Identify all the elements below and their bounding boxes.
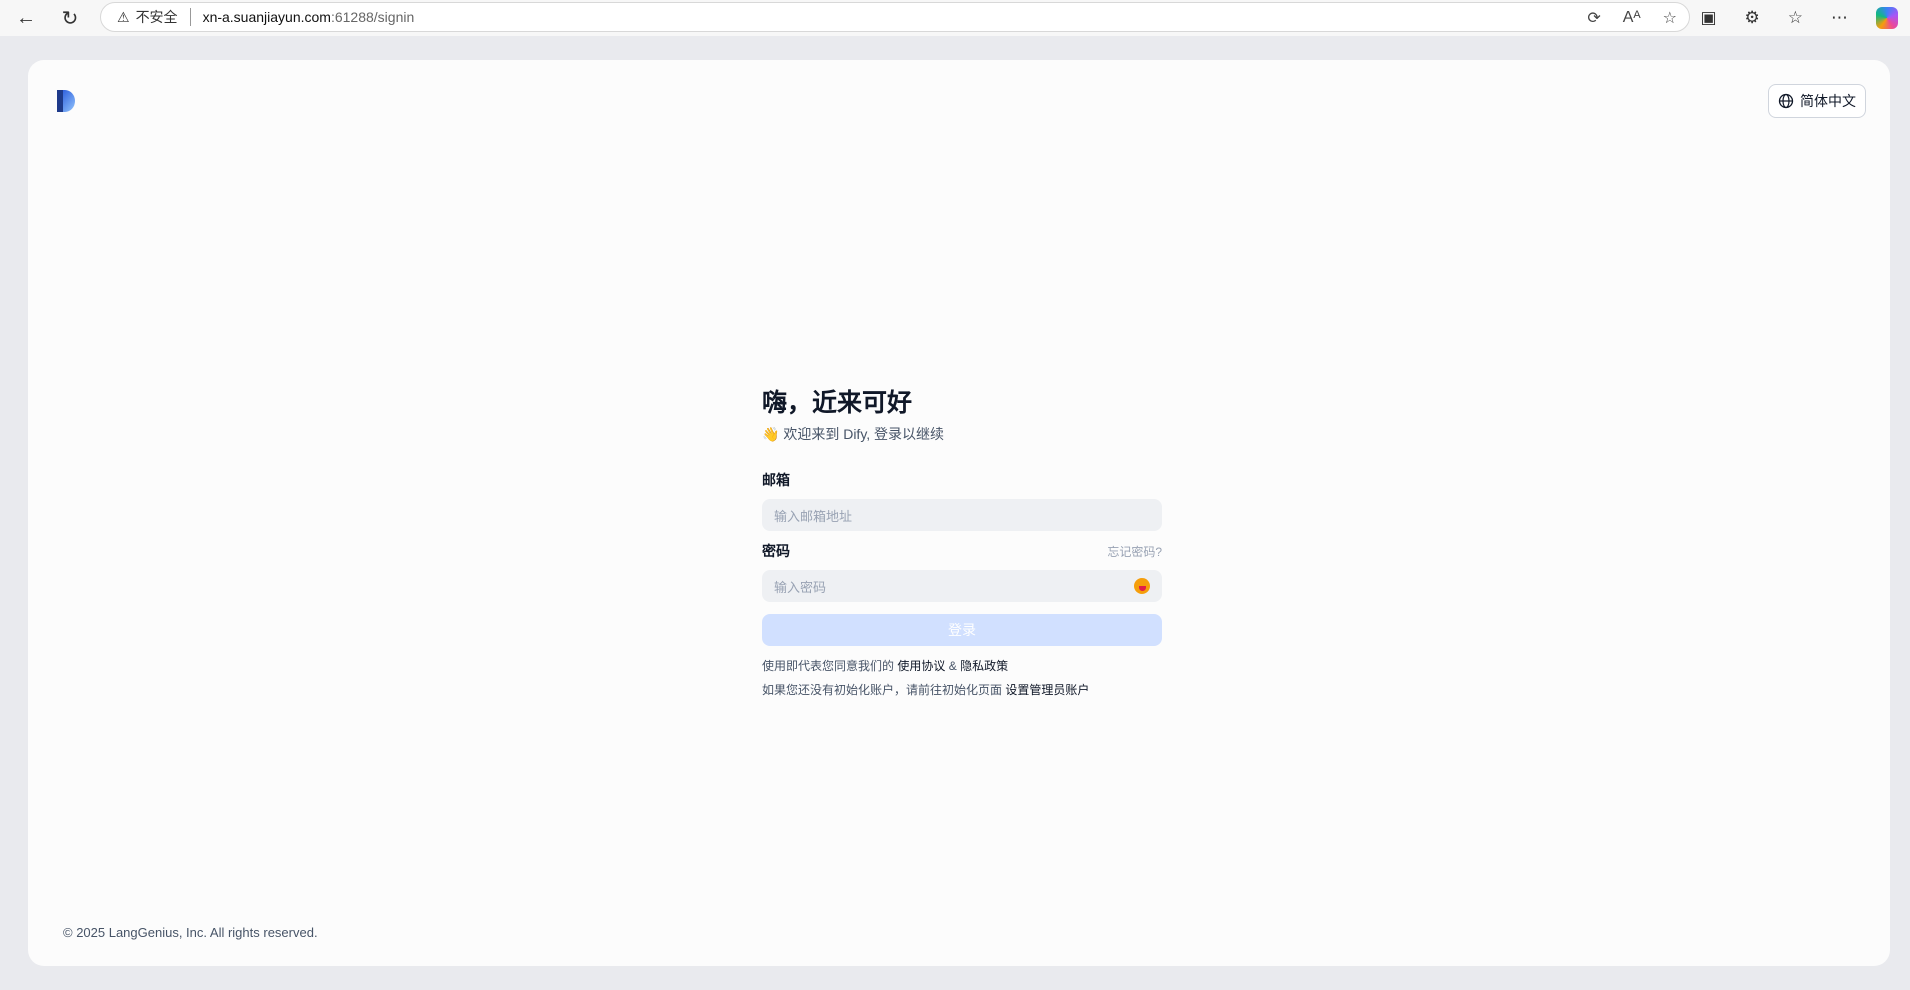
terms-prefix: 使用即代表您同意我们的 xyxy=(762,659,895,673)
insecure-label: 不安全 xyxy=(135,9,178,25)
language-label: 简体中文 xyxy=(1800,93,1856,109)
url-host: xn-a.suanjiayun.com xyxy=(202,9,331,25)
address-divider xyxy=(189,8,191,26)
address-bar[interactable]: ⚠ 不安全 xn-a.suanjiayun.com :61288/signin … xyxy=(100,2,1690,32)
page-frame: 简体中文 嗨，近来可好 👋 欢迎来到 Dify, 登录以继续 邮箱 输入邮箱地址… xyxy=(2,36,1908,990)
page-title: 嗨，近来可好 xyxy=(762,389,913,417)
favorites-icon[interactable]: ☆ xyxy=(1788,8,1803,28)
terms-notice: 使用即代表您同意我们的 使用协议 & 隐私政策 如果您还没有初始化账户，请前往初… xyxy=(762,654,1162,702)
login-button[interactable]: 登录 xyxy=(762,614,1162,646)
globe-icon xyxy=(1778,93,1794,109)
copyright-footer: © 2025 LangGenius, Inc. All rights reser… xyxy=(63,925,318,940)
email-placeholder: 输入邮箱地址 xyxy=(774,508,853,524)
refresh-page-icon[interactable]: ⟳ xyxy=(1587,8,1600,28)
browser-toolbar: ← ↻ ⚠ 不安全 xn-a.suanjiayun.com :61288/sig… xyxy=(0,0,1910,36)
setup-admin-link[interactable]: 设置管理员账户 xyxy=(1005,683,1089,697)
email-field[interactable]: 输入邮箱地址 xyxy=(762,499,1162,531)
extensions-icon[interactable]: ⚙ xyxy=(1745,8,1760,28)
signin-form: 嗨，近来可好 👋 欢迎来到 Dify, 登录以继续 邮箱 输入邮箱地址 密码 忘… xyxy=(762,386,1162,702)
email-label-row: 邮箱 xyxy=(762,470,1162,490)
more-icon[interactable]: ⋯ xyxy=(1831,8,1848,28)
warning-icon: ⚠ xyxy=(117,8,130,25)
password-placeholder: 输入密码 xyxy=(774,579,827,595)
split-screen-icon[interactable]: ▣ xyxy=(1700,8,1716,28)
password-label-row: 密码 忘记密码? xyxy=(762,541,1162,561)
dify-logo-icon xyxy=(57,90,75,112)
password-label: 密码 xyxy=(762,543,790,559)
privacy-policy-link[interactable]: 隐私政策 xyxy=(960,659,1008,673)
init-prefix: 如果您还没有初始化账户，请前往初始化页面 xyxy=(762,683,1003,697)
signin-card: 简体中文 嗨，近来可好 👋 欢迎来到 Dify, 登录以继续 邮箱 输入邮箱地址… xyxy=(28,60,1890,966)
back-icon[interactable]: ← xyxy=(8,0,44,36)
language-selector-button[interactable]: 简体中文 xyxy=(1768,84,1866,118)
email-label: 邮箱 xyxy=(762,472,790,488)
page-subtitle: 👋 欢迎来到 Dify, 登录以继续 xyxy=(762,426,945,442)
terms-of-use-link[interactable]: 使用协议 xyxy=(897,659,945,673)
favorite-star-icon[interactable]: ☆ xyxy=(1663,8,1677,28)
show-password-icon[interactable] xyxy=(1134,578,1150,594)
terms-and: & xyxy=(948,659,957,673)
forgot-password-link[interactable]: 忘记密码? xyxy=(1107,543,1162,560)
url-path: :61288/signin xyxy=(330,9,415,25)
copilot-icon[interactable] xyxy=(1876,7,1898,29)
read-aloud-icon[interactable]: Aᴬ xyxy=(1623,9,1641,27)
password-field[interactable]: 输入密码 xyxy=(762,570,1162,602)
reload-icon[interactable]: ↻ xyxy=(52,0,88,36)
